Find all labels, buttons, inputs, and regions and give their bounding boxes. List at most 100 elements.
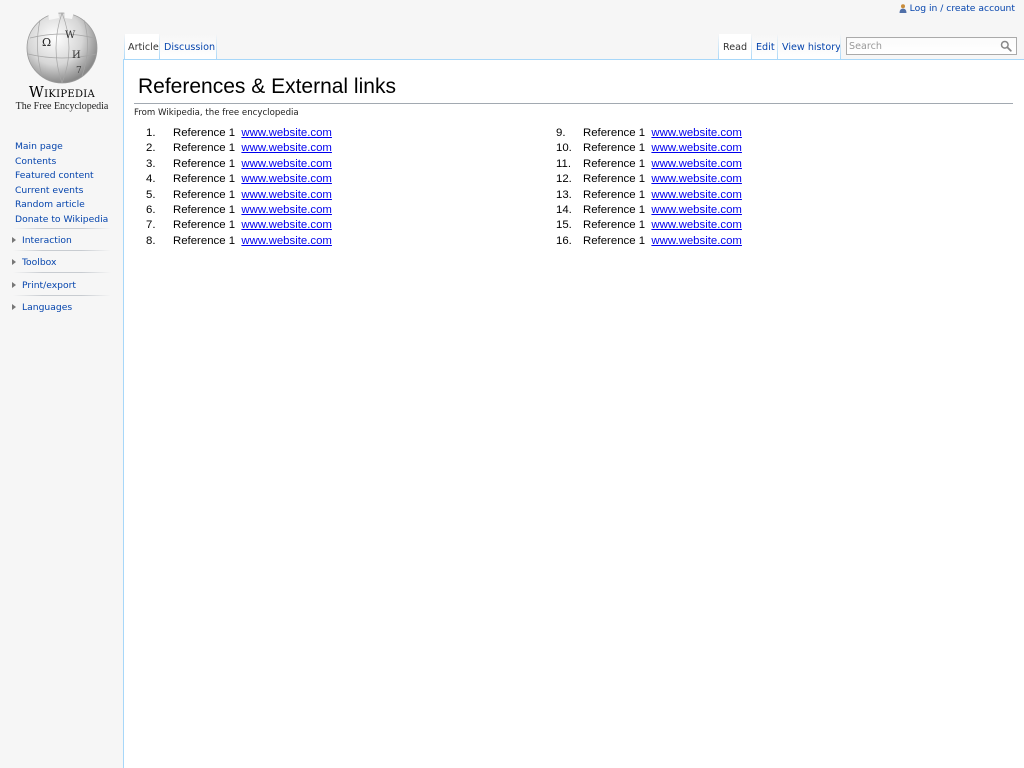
ref-link[interactable]: www.website.com — [651, 127, 742, 139]
ref-link[interactable]: www.website.com — [241, 142, 332, 154]
login-link[interactable]: Log in / create account — [910, 3, 1015, 14]
tab-separator — [216, 34, 217, 60]
tab-label: Article — [128, 42, 159, 53]
sidebar-item-random-article[interactable]: Random article — [15, 198, 108, 213]
ref-number: 7. — [146, 219, 156, 232]
ref-label: Reference 1 — [173, 142, 236, 155]
portlet-label: Print/export — [22, 280, 76, 291]
list-item: 11. Reference 1 www.website.com — [556, 157, 742, 172]
list-item: 12. Reference 1 www.website.com — [556, 172, 742, 187]
ref-number: 2. — [146, 142, 156, 155]
ref-label: Reference 1 — [173, 157, 236, 170]
ref-label: Reference 1 — [583, 203, 646, 216]
ref-link[interactable]: www.website.com — [651, 204, 742, 216]
sidebar-item-current-events[interactable]: Current events — [15, 184, 108, 199]
ref-link[interactable]: www.website.com — [651, 219, 742, 231]
ref-label: Reference 1 — [173, 203, 236, 216]
portlet-interaction[interactable]: Interaction — [12, 235, 111, 246]
ref-number: 10. — [556, 142, 572, 155]
tab-edit[interactable]: Edit — [752, 34, 777, 59]
magnifier-icon[interactable] — [1000, 40, 1012, 52]
user-icon — [899, 4, 907, 13]
tab-label: View history — [782, 42, 841, 53]
globe-glyph: 7 — [76, 66, 82, 76]
ref-link[interactable]: www.website.com — [241, 235, 332, 247]
ref-link[interactable]: www.website.com — [651, 142, 742, 154]
ref-number: 3. — [146, 157, 156, 170]
list-item: 15. Reference 1 www.website.com — [556, 218, 742, 233]
wiki-page: Ω W И 7 Wikipedia The Free Encyclopedia … — [0, 0, 1024, 768]
tab-label: Edit — [756, 42, 775, 53]
ref-link[interactable]: www.website.com — [241, 158, 332, 170]
list-item: 8. Reference 1 www.website.com — [146, 234, 332, 249]
ref-label: Reference 1 — [583, 188, 646, 201]
list-item: 16. Reference 1 www.website.com — [556, 234, 742, 249]
ref-label: Reference 1 — [583, 234, 646, 247]
tab-label: Discussion — [164, 42, 216, 53]
portlet-languages[interactable]: Languages — [12, 302, 111, 313]
sidebar-item-main-page[interactable]: Main page — [15, 140, 108, 155]
ref-link[interactable]: www.website.com — [651, 189, 742, 201]
divider — [13, 228, 111, 229]
ref-number: 13. — [556, 188, 572, 201]
list-item: 10. Reference 1 www.website.com — [556, 141, 742, 156]
ref-link[interactable]: www.website.com — [241, 173, 332, 185]
ref-link[interactable]: www.website.com — [241, 127, 332, 139]
ref-label: Reference 1 — [583, 142, 646, 155]
globe-glyph: И — [72, 50, 81, 61]
ref-number: 9. — [556, 127, 566, 139]
ref-label: Reference 1 — [583, 173, 646, 186]
list-item: 5. Reference 1 www.website.com — [146, 188, 332, 203]
ref-number: 4. — [146, 173, 156, 186]
ref-number: 5. — [146, 188, 156, 201]
portlet-label: Interaction — [22, 235, 72, 246]
site-subtitle: From Wikipedia, the free encyclopedia — [134, 108, 299, 118]
list-item: 9. Reference 1 www.website.com — [556, 126, 742, 141]
ref-number: 12. — [556, 173, 572, 186]
tab-separator — [840, 34, 841, 60]
sidebar-item-featured-content[interactable]: Featured content — [15, 169, 108, 184]
ref-link[interactable]: www.website.com — [651, 173, 742, 185]
globe-glyph: W — [65, 30, 76, 41]
tab-read[interactable]: Read — [719, 34, 751, 59]
ref-number: 16. — [556, 234, 572, 247]
sidebar-item-donate[interactable]: Donate to Wikipedia — [15, 213, 108, 228]
divider — [13, 250, 111, 251]
portlet-toolbox[interactable]: Toolbox — [12, 257, 111, 268]
personal-tools: Log in / create account — [899, 3, 1015, 14]
main-navigation: Main page Contents Featured content Curr… — [15, 140, 108, 228]
ref-label: Reference 1 — [583, 127, 646, 139]
ref-label: Reference 1 — [583, 157, 646, 170]
ref-number: 6. — [146, 203, 156, 216]
triangle-right-icon — [12, 281, 16, 288]
sidebar-item-contents[interactable]: Contents — [15, 155, 108, 170]
references-list-right: 9. Reference 1 www.website.com 10. Referen… — [556, 126, 742, 249]
ref-label: Reference 1 — [173, 234, 236, 247]
tab-view-history[interactable]: View history — [778, 34, 841, 59]
wikipedia-logo[interactable]: Ω W И 7 Wikipedia The Free Encyclopedia — [10, 8, 114, 120]
ref-label: Reference 1 — [173, 127, 236, 139]
divider — [13, 272, 111, 273]
search-input[interactable] — [849, 39, 994, 53]
heading-divider — [134, 103, 1013, 104]
page-title: References & External links — [138, 75, 396, 98]
logo-wordmark: Wikipedia — [28, 85, 96, 101]
list-item: 4. Reference 1 www.website.com — [146, 172, 332, 187]
ref-number: 1. — [146, 127, 156, 139]
ref-link[interactable]: www.website.com — [241, 204, 332, 216]
ref-link[interactable]: www.website.com — [651, 158, 742, 170]
triangle-right-icon — [12, 236, 16, 243]
puzzle-globe-icon: Ω W И 7 — [26, 10, 98, 84]
ref-link[interactable]: www.website.com — [241, 189, 332, 201]
tab-article[interactable]: Article — [125, 34, 159, 59]
triangle-right-icon — [12, 258, 16, 265]
content-area: References & External links From Wikiped… — [123, 59, 1024, 768]
sidebar: Ω W И 7 Wikipedia The Free Encyclopedia … — [0, 0, 124, 768]
ref-link[interactable]: www.website.com — [651, 235, 742, 247]
ref-label: Reference 1 — [173, 188, 236, 201]
tab-discussion[interactable]: Discussion — [160, 34, 217, 59]
portlet-print-export[interactable]: Print/export — [12, 280, 111, 291]
ref-link[interactable]: www.website.com — [241, 219, 332, 231]
ref-label: Reference 1 — [583, 219, 646, 232]
references-list-left: 1. Reference 1 www.website.com 2. Referenc… — [146, 126, 332, 249]
